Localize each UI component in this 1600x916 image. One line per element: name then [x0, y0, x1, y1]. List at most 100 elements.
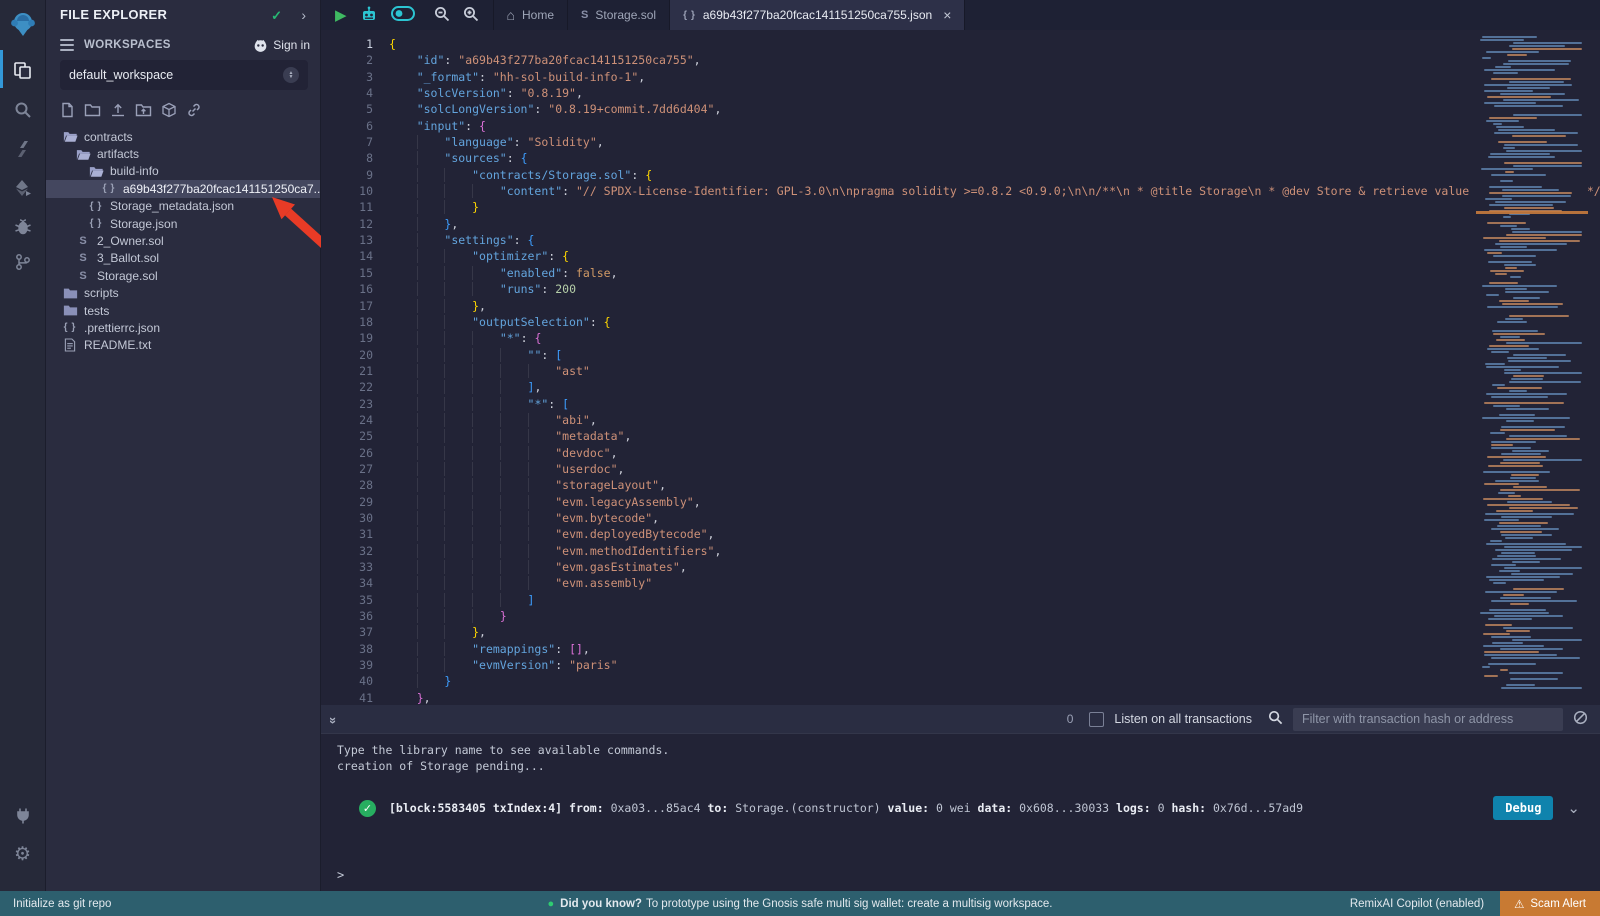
line-number: 37 — [321, 624, 389, 640]
line-number: 3 — [321, 69, 389, 85]
tab-home[interactable]: ⌂ Home — [493, 0, 568, 30]
sidebar-item-deploy-run[interactable] — [0, 170, 45, 206]
tab-label: Home — [522, 8, 554, 22]
code-editor[interactable]: 1{2 "id": "a69b43f277ba20fcac141151250ca… — [321, 30, 1600, 705]
sidebar-item-file-explorer[interactable] — [0, 52, 45, 88]
code-line: 12 }, — [321, 216, 1600, 232]
tab-storage-sol[interactable]: S Storage.sol — [568, 0, 670, 30]
code-line: 16 "runs": 200 — [321, 281, 1600, 297]
ai-robot-icon[interactable] — [360, 6, 378, 25]
code-line: 14 "optimizer": { — [321, 248, 1600, 264]
tab-build-info-json[interactable]: { } a69b43f277ba20fcac141151250ca755.jso… — [670, 0, 965, 30]
line-number: 9 — [321, 167, 389, 183]
git-branch-icon — [14, 253, 32, 271]
code-line: 21 "ast" — [321, 363, 1600, 379]
tree-item-tests[interactable]: tests — [46, 302, 320, 319]
code-line: 22 ], — [321, 379, 1600, 395]
terminal-body[interactable]: Type the library name to see available c… — [321, 733, 1600, 892]
clear-console-icon[interactable] — [1573, 710, 1588, 728]
tree-item-scripts[interactable]: scripts — [46, 285, 320, 302]
terminal-search-icon — [1268, 710, 1283, 728]
tree-item-label: build-info — [110, 164, 159, 178]
sidebar-item-git[interactable] — [0, 244, 45, 280]
tree-item-storage-sol[interactable]: SStorage.sol — [46, 267, 320, 284]
tree-item-storage-metadata-json[interactable]: { }Storage_metadata.json — [46, 198, 320, 215]
tree-item-label: Storage.json — [110, 217, 177, 231]
sidebar-item-settings[interactable]: ⚙ — [0, 836, 45, 872]
tab-label: a69b43f277ba20fcac141151250ca755.json — [703, 8, 932, 22]
sign-in-button[interactable]: Sign in — [253, 38, 310, 53]
new-folder-button[interactable] — [84, 102, 101, 118]
run-script-button[interactable]: ▶ — [335, 6, 347, 24]
remix-logo-icon[interactable] — [0, 6, 45, 42]
tree-item-readme-txt[interactable]: README.txt — [46, 337, 320, 354]
line-number: 22 — [321, 379, 389, 395]
sidebar-item-solidity-compiler[interactable] — [0, 131, 45, 167]
workspaces-row: WORKSPACES Sign in — [60, 36, 310, 54]
terminal-prompt[interactable]: > — [337, 868, 344, 882]
ipfs-box-icon[interactable] — [161, 102, 177, 118]
line-number: 26 — [321, 445, 389, 461]
transaction-filter-input[interactable] — [1293, 708, 1563, 731]
code-line: 24 "abi", — [321, 412, 1600, 428]
line-number: 34 — [321, 575, 389, 591]
zoom-in-icon[interactable] — [463, 6, 479, 25]
terminal-log-line: Type the library name to see available c… — [337, 742, 1600, 758]
folder-icon — [62, 287, 78, 300]
code-line: 19 "*": { — [321, 330, 1600, 346]
tree-item-artifacts[interactable]: artifacts — [46, 145, 320, 162]
file-icon — [62, 338, 78, 352]
workspace-name: default_workspace — [69, 68, 173, 82]
chevron-right-icon[interactable]: › — [301, 7, 306, 23]
tree-item-contracts[interactable]: contracts — [46, 128, 320, 145]
sign-in-label: Sign in — [273, 38, 310, 52]
sidebar-item-search[interactable] — [0, 92, 45, 128]
line-number: 23 — [321, 396, 389, 412]
sidebar-item-plugin-manager[interactable] — [0, 798, 45, 834]
workspaces-menu-icon[interactable] — [60, 39, 74, 51]
line-number: 39 — [321, 657, 389, 673]
scam-alert-button[interactable]: ⚠ Scam Alert — [1500, 891, 1600, 916]
close-tab-icon[interactable]: × — [943, 7, 951, 23]
tree-item-storage-json[interactable]: { }Storage.json — [46, 215, 320, 232]
code-line: 1{ — [321, 36, 1600, 52]
solidity-file-icon: S — [581, 9, 588, 21]
link-icon[interactable] — [186, 102, 202, 118]
debugger-bug-icon — [14, 218, 32, 236]
file-tree: contractsartifacts build-info { }a69b43f27… — [46, 128, 320, 354]
debug-button[interactable]: Debug — [1493, 796, 1553, 820]
code-line: 26 "devdoc", — [321, 445, 1600, 461]
code-line: 20 "": [ — [321, 347, 1600, 363]
tree-item-label: scripts — [84, 286, 119, 300]
code-line: 34 "evm.assembly" — [321, 575, 1600, 591]
tree-item-3-ballot-sol[interactable]: S3_Ballot.sol — [46, 250, 320, 267]
sidebar-item-debugger[interactable] — [0, 209, 45, 245]
line-number: 11 — [321, 199, 389, 215]
expand-terminal-icon[interactable]: » — [326, 716, 341, 721]
remix-logo-icon — [9, 10, 37, 38]
line-number: 27 — [321, 461, 389, 477]
minimap[interactable] — [1476, 30, 1588, 705]
terminal-header: » 0 Listen on all transactions — [321, 705, 1600, 733]
line-number: 30 — [321, 510, 389, 526]
upload-file-button[interactable] — [110, 102, 126, 118]
code-line: 9 "contracts/Storage.sol": { — [321, 167, 1600, 183]
transaction-row[interactable]: ✓ [block:5583405 txIndex:4] from: 0xa03.… — [359, 796, 1580, 820]
tree-item-2-owner-sol[interactable]: S2_Owner.sol — [46, 232, 320, 249]
zoom-out-icon[interactable] — [434, 6, 450, 25]
line-number: 28 — [321, 477, 389, 493]
tree-item-label: 3_Ballot.sol — [97, 251, 159, 265]
code-line: 38 "remappings": [], — [321, 641, 1600, 657]
upload-folder-button[interactable] — [135, 102, 152, 118]
listen-checkbox[interactable] — [1089, 712, 1104, 727]
tx-expand-chevron-icon[interactable]: ⌄ — [1567, 799, 1580, 817]
copilot-status: RemixAI Copilot (enabled) — [1350, 898, 1484, 910]
tree-item-build-info[interactable]: build-info — [46, 163, 320, 180]
new-file-button[interactable] — [60, 102, 75, 118]
tree-item-a69b43f277ba20fcac141151250ca7-[interactable]: { }a69b43f277ba20fcac141151250ca7... — [46, 180, 320, 197]
workspace-select[interactable]: default_workspace ▲▼ — [60, 60, 308, 90]
line-number: 7 — [321, 134, 389, 150]
copilot-toggle[interactable] — [391, 6, 415, 24]
tree-item--prettierrc-json[interactable]: { }.prettierrc.json — [46, 319, 320, 336]
git-init-button[interactable]: Initialize as git repo — [13, 898, 111, 910]
